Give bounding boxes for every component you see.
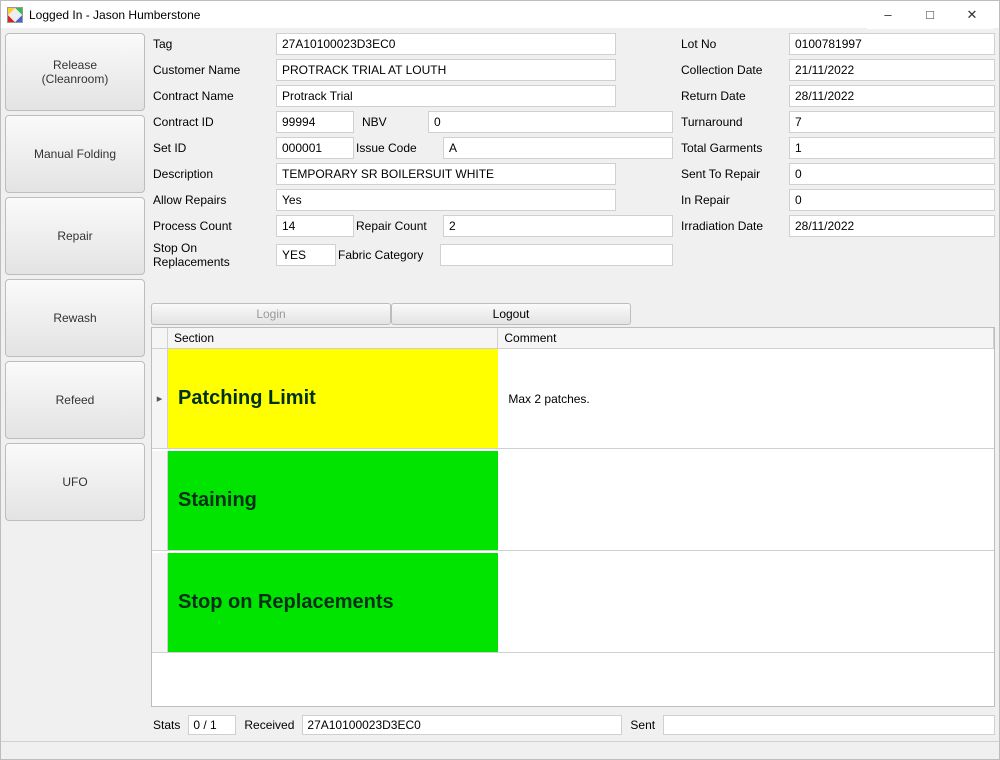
issue-code-field[interactable]: A (443, 137, 673, 159)
form-area: Tag 27A10100023D3EC0 Customer Name PROTR… (151, 33, 995, 269)
turnaround-field[interactable]: 7 (789, 111, 995, 133)
ufo-button[interactable]: UFO (5, 443, 145, 521)
total-garments-label: Total Garments (679, 141, 789, 155)
auth-row: Login Logout (151, 303, 631, 325)
received-label: Received (242, 718, 296, 732)
manual-folding-button[interactable]: Manual Folding (5, 115, 145, 193)
set-id-label: Set ID (151, 141, 276, 155)
tag-field[interactable]: 27A10100023D3EC0 (276, 33, 616, 55)
titlebar: Logged In - Jason Humberstone – □ ✕ (1, 1, 999, 29)
comment-cell[interactable] (498, 553, 994, 652)
stop-repl-field[interactable]: YES (276, 244, 336, 266)
login-button[interactable]: Login (151, 303, 391, 325)
return-date-label: Return Date (679, 89, 789, 103)
left-form: Tag 27A10100023D3EC0 Customer Name PROTR… (151, 33, 673, 269)
window: Logged In - Jason Humberstone – □ ✕ Rele… (0, 0, 1000, 760)
turnaround-label: Turnaround (679, 115, 789, 129)
stop-repl-label: Stop On Replacements (151, 241, 276, 269)
section-header[interactable]: Section (168, 328, 498, 348)
sections-grid: Section Comment ▸Patching LimitMax 2 pat… (151, 327, 995, 707)
right-form: Lot No 0100781997 Collection Date 21/11/… (679, 33, 995, 237)
section-cell[interactable]: Patching Limit (168, 349, 498, 448)
refeed-button[interactable]: Refeed (5, 361, 145, 439)
grid-body: ▸Patching LimitMax 2 patches.StainingSto… (152, 349, 994, 706)
sidebar: Release (Cleanroom) Manual Folding Repai… (5, 33, 145, 737)
customer-field[interactable]: PROTRACK TRIAL AT LOUTH (276, 59, 616, 81)
sent-repair-label: Sent To Repair (679, 167, 789, 181)
row-indicator (152, 451, 168, 550)
sent-repair-field[interactable]: 0 (789, 163, 995, 185)
set-id-field[interactable]: 000001 (276, 137, 354, 159)
fabric-cat-label: Fabric Category (338, 248, 438, 262)
lot-no-field[interactable]: 0100781997 (789, 33, 995, 55)
content: Tag 27A10100023D3EC0 Customer Name PROTR… (145, 33, 995, 737)
comment-cell[interactable]: Max 2 patches. (498, 349, 994, 448)
comment-header[interactable]: Comment (498, 328, 994, 348)
table-row[interactable]: ▸Patching LimitMax 2 patches. (152, 349, 994, 449)
total-garments-field[interactable]: 1 (789, 137, 995, 159)
stats-field[interactable]: 0 / 1 (188, 715, 236, 735)
sent-label: Sent (628, 718, 657, 732)
stats-label: Stats (151, 718, 182, 732)
comment-cell[interactable] (498, 451, 994, 550)
close-button[interactable]: ✕ (951, 1, 993, 29)
window-statusbar (1, 741, 999, 759)
nbv-field[interactable]: 0 (428, 111, 673, 133)
main-body: Release (Cleanroom) Manual Folding Repai… (1, 29, 999, 741)
repair-count-label: Repair Count (356, 219, 441, 233)
section-cell[interactable]: Staining (168, 451, 498, 550)
description-field[interactable]: TEMPORARY SR BOILERSUIT WHITE (276, 163, 616, 185)
minimize-button[interactable]: – (867, 1, 909, 29)
allow-repairs-label: Allow Repairs (151, 193, 276, 207)
irradiation-field[interactable]: 28/11/2022 (789, 215, 995, 237)
repair-button[interactable]: Repair (5, 197, 145, 275)
collection-date-label: Collection Date (679, 63, 789, 77)
maximize-button[interactable]: □ (909, 1, 951, 29)
rewash-button[interactable]: Rewash (5, 279, 145, 357)
section-cell[interactable]: Stop on Replacements (168, 553, 498, 652)
table-row[interactable]: Stop on Replacements (152, 553, 994, 653)
allow-repairs-field[interactable]: Yes (276, 189, 616, 211)
contract-label: Contract Name (151, 89, 276, 103)
collection-date-field[interactable]: 21/11/2022 (789, 59, 995, 81)
row-indicator (152, 553, 168, 652)
return-date-field[interactable]: 28/11/2022 (789, 85, 995, 107)
fabric-cat-field[interactable] (440, 244, 673, 266)
irradiation-label: Irradiation Date (679, 219, 789, 233)
received-field[interactable]: 27A10100023D3EC0 (302, 715, 622, 735)
customer-label: Customer Name (151, 63, 276, 77)
grid-header: Section Comment (152, 328, 994, 349)
process-count-label: Process Count (151, 219, 276, 233)
repair-count-field[interactable]: 2 (443, 215, 673, 237)
in-repair-field[interactable]: 0 (789, 189, 995, 211)
tag-label: Tag (151, 37, 276, 51)
release-button[interactable]: Release (Cleanroom) (5, 33, 145, 111)
logout-button[interactable]: Logout (391, 303, 631, 325)
row-indicator: ▸ (152, 349, 168, 448)
contract-field[interactable]: Protrack Trial (276, 85, 616, 107)
table-row[interactable]: Staining (152, 451, 994, 551)
contract-id-field[interactable]: 99994 (276, 111, 354, 133)
contract-id-label: Contract ID (151, 115, 276, 129)
in-repair-label: In Repair (679, 193, 789, 207)
process-count-field[interactable]: 14 (276, 215, 354, 237)
nbv-label: NBV (356, 115, 426, 129)
description-label: Description (151, 167, 276, 181)
issue-code-label: Issue Code (356, 141, 441, 155)
sent-field[interactable] (663, 715, 995, 735)
app-icon (7, 7, 23, 23)
row-selector-header (152, 328, 168, 348)
lot-no-label: Lot No (679, 37, 789, 51)
window-title: Logged In - Jason Humberstone (29, 8, 867, 22)
status-row: Stats 0 / 1 Received 27A10100023D3EC0 Se… (151, 713, 995, 737)
